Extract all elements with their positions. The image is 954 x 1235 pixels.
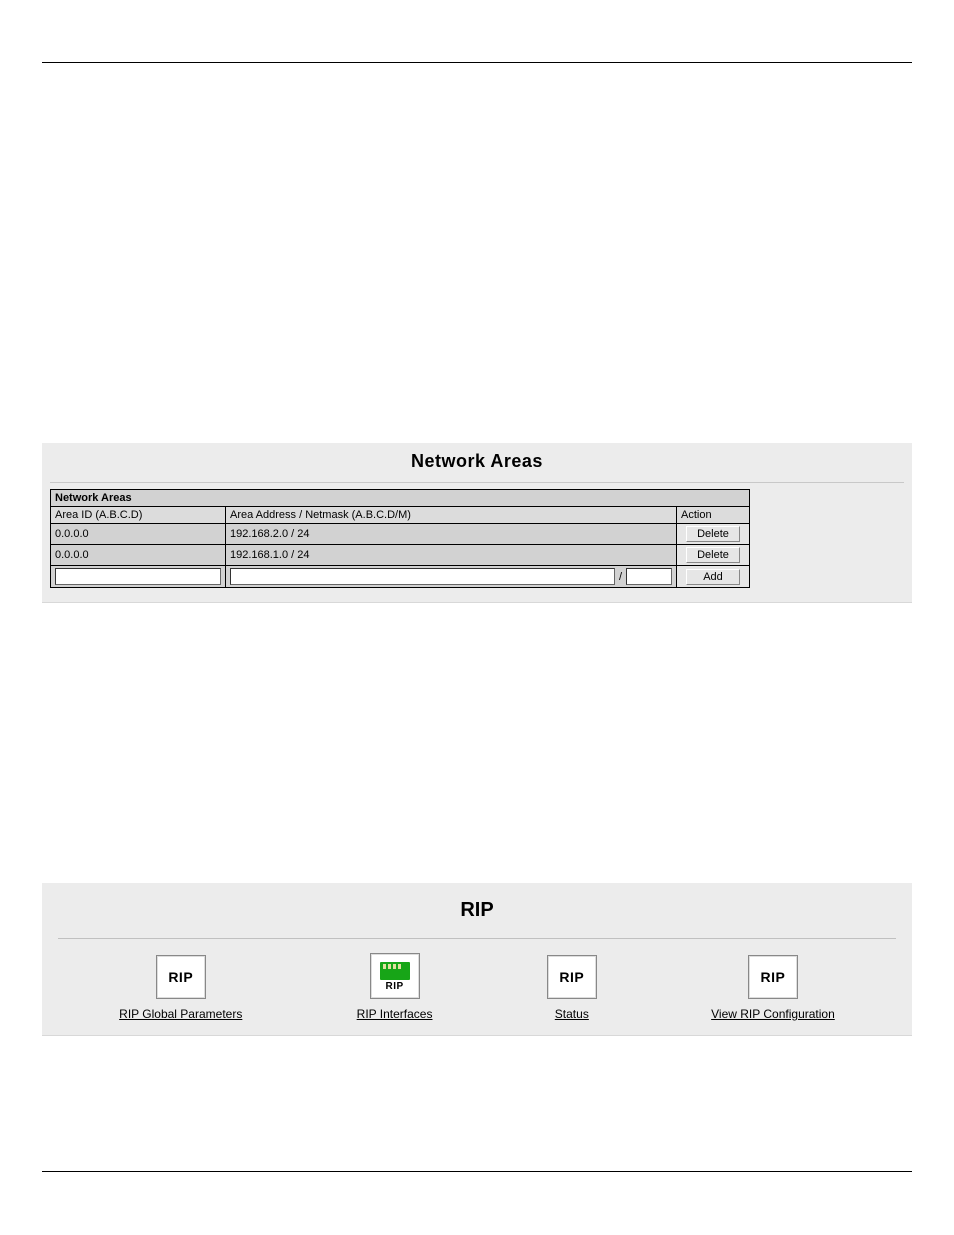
- cell-action: Delete: [677, 545, 750, 566]
- rip-icon: RIP: [156, 955, 206, 999]
- view-rip-configuration-item[interactable]: RIP View RIP Configuration: [711, 955, 835, 1021]
- rip-status-link[interactable]: Status: [555, 1007, 589, 1021]
- col-header-area-id: Area ID (A.B.C.D): [51, 507, 226, 524]
- rip-icon-label: RIP: [168, 969, 193, 985]
- cell-address-netmask: 192.168.1.0 / 24: [225, 545, 676, 566]
- rip-interfaces-icon: RIP: [370, 953, 420, 999]
- top-horizontal-rule: [42, 62, 912, 63]
- rip-icon-row: RIP RIP Global Parameters RIP RIP Interf…: [42, 953, 912, 1025]
- cell-action: Add: [677, 566, 750, 588]
- cell-area-id: 0.0.0.0: [51, 545, 226, 566]
- network-areas-title: Network Areas: [42, 451, 912, 472]
- area-id-input[interactable]: [55, 568, 221, 585]
- cell-area-id-input: [51, 566, 226, 588]
- rip-icon: RIP: [748, 955, 798, 999]
- col-header-address-netmask: Area Address / Netmask (A.B.C.D/M): [225, 507, 676, 524]
- network-areas-table: Network Areas Area ID (A.B.C.D) Area Add…: [50, 489, 750, 588]
- rip-status-item[interactable]: RIP Status: [547, 955, 597, 1021]
- view-rip-configuration-link[interactable]: View RIP Configuration: [711, 1007, 835, 1021]
- bottom-horizontal-rule: [42, 1171, 912, 1172]
- rip-title: RIP: [42, 899, 912, 922]
- delete-button[interactable]: Delete: [686, 526, 740, 542]
- table-header-row: Area ID (A.B.C.D) Area Address / Netmask…: [51, 507, 750, 524]
- delete-button[interactable]: Delete: [686, 547, 740, 563]
- table-row-new: / Add: [51, 566, 750, 588]
- nic-icon: [380, 962, 410, 980]
- rip-global-parameters-item[interactable]: RIP RIP Global Parameters: [119, 955, 242, 1021]
- cell-area-id: 0.0.0.0: [51, 524, 226, 545]
- cell-action: Delete: [677, 524, 750, 545]
- network-areas-panel: Network Areas Network Areas Area ID (A.B…: [42, 443, 912, 603]
- rip-panel: RIP RIP RIP Global Parameters RIP RIP In…: [42, 883, 912, 1036]
- rip-interfaces-item[interactable]: RIP RIP Interfaces: [357, 953, 433, 1021]
- rip-icon: RIP: [547, 955, 597, 999]
- col-header-action: Action: [677, 507, 750, 524]
- rip-global-parameters-link[interactable]: RIP Global Parameters: [119, 1007, 242, 1021]
- netmask-input[interactable]: [626, 568, 672, 585]
- add-button[interactable]: Add: [686, 569, 740, 585]
- table-row: 0.0.0.0 192.168.1.0 / 24 Delete: [51, 545, 750, 566]
- rip-icon-label: RIP: [559, 969, 584, 985]
- cell-address-netmask: 192.168.2.0 / 24: [225, 524, 676, 545]
- network-areas-table-caption: Network Areas: [51, 490, 750, 507]
- area-address-input[interactable]: [230, 568, 615, 585]
- slash-label: /: [619, 571, 622, 583]
- rip-divider: [58, 938, 896, 939]
- network-areas-divider: [50, 482, 904, 483]
- table-row: 0.0.0.0 192.168.2.0 / 24 Delete: [51, 524, 750, 545]
- rip-icon-label: RIP: [385, 981, 403, 992]
- rip-interfaces-link[interactable]: RIP Interfaces: [357, 1007, 433, 1021]
- cell-address-input: /: [225, 566, 676, 588]
- rip-icon-label: RIP: [761, 969, 786, 985]
